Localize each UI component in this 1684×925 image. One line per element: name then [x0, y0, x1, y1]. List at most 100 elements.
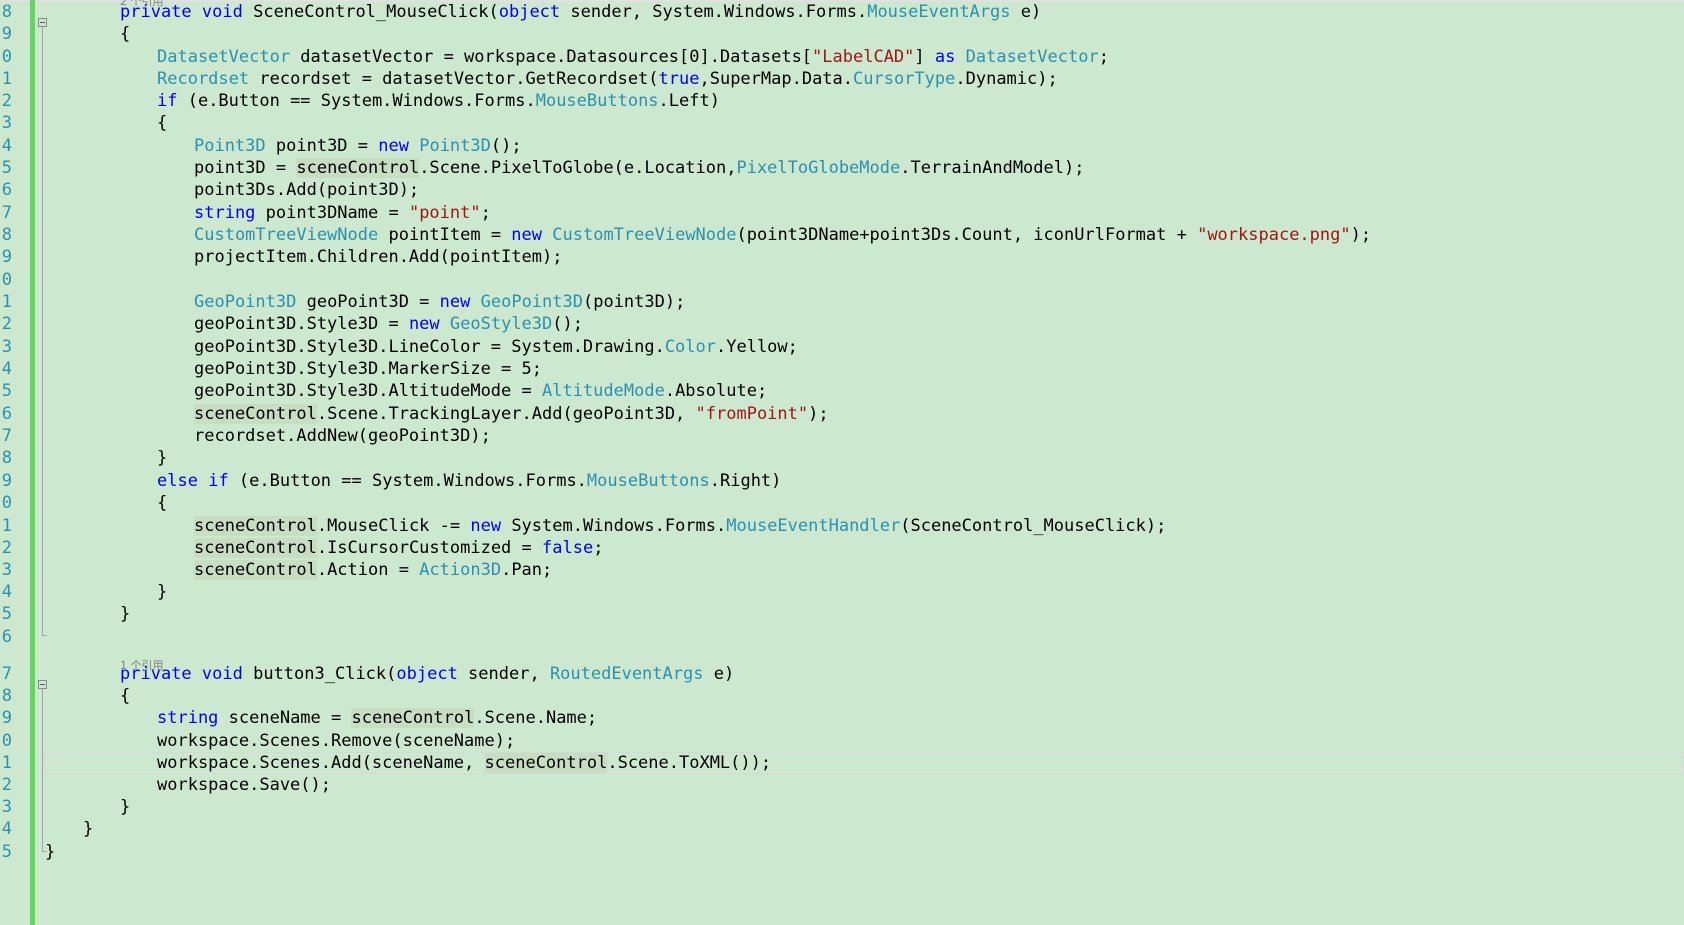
collapse-icon[interactable]: [38, 18, 47, 27]
code-line[interactable]: Recordset recordset = datasetVector.GetR…: [157, 68, 1058, 90]
line-number: 8: [1, 448, 12, 468]
code-line[interactable]: {: [157, 492, 167, 514]
code-token: (e.Button == System.Windows.Forms.: [228, 471, 587, 491]
code-token: (SceneControl_MouseClick);: [900, 516, 1167, 536]
code-lens-references[interactable]: 2 个引用: [120, 0, 164, 9]
code-token: workspace.Scenes.Add(sceneName,: [157, 753, 485, 773]
code-line[interactable]: workspace.Scenes.Add(sceneName, sceneCon…: [157, 752, 771, 774]
code-line[interactable]: recordset.AddNew(geoPoint3D);: [194, 425, 491, 447]
line-number: 5: [1, 158, 12, 178]
code-token: .Left): [658, 91, 720, 111]
code-token: point3DName =: [255, 203, 409, 223]
code-line[interactable]: point3D = sceneControl.Scene.PixelToGlob…: [194, 157, 1084, 179]
code-line[interactable]: sceneControl.Scene.TrackingLayer.Add(geo…: [194, 403, 829, 425]
code-line[interactable]: }: [157, 581, 167, 603]
code-line[interactable]: if (e.Button == System.Windows.Forms.Mou…: [157, 90, 720, 112]
code-token: else: [157, 471, 198, 491]
code-line[interactable]: }: [120, 603, 130, 625]
code-token: .IsCursorCustomized =: [316, 538, 542, 558]
line-number: 7: [1, 426, 12, 446]
line-number: 7: [1, 664, 12, 684]
line-number: 8: [1, 2, 12, 22]
code-line[interactable]: sceneControl.Action = Action3D.Pan;: [194, 559, 552, 581]
code-line[interactable]: point3Ds.Add(point3D);: [194, 179, 419, 201]
code-token: ;: [480, 203, 491, 223]
code-line[interactable]: private void SceneControl_MouseClick(obj…: [120, 1, 1041, 23]
code-line[interactable]: geoPoint3D.Style3D.MarkerSize = 5;: [194, 358, 542, 380]
code-token: geoPoint3D =: [296, 292, 440, 312]
code-token: sceneName =: [218, 708, 352, 728]
code-token: System.Windows.Forms.: [501, 516, 727, 536]
code-token: .Right): [709, 471, 782, 491]
code-line[interactable]: Point3D point3D = new Point3D();: [194, 135, 522, 157]
code-token: .Absolute;: [664, 381, 768, 401]
collapse-icon[interactable]: [38, 680, 47, 689]
code-line[interactable]: CustomTreeViewNode pointItem = new Custo…: [194, 224, 1371, 246]
code-token: object: [396, 664, 458, 684]
line-number: 5: [1, 604, 12, 624]
code-line[interactable]: }: [83, 818, 93, 840]
code-line[interactable]: geoPoint3D.Style3D.AltitudeMode = Altitu…: [194, 380, 767, 402]
code-line[interactable]: string point3DName = "point";: [194, 202, 491, 224]
code-line[interactable]: sceneControl.MouseClick -= new System.Wi…: [194, 515, 1166, 537]
code-line[interactable]: string sceneName = sceneControl.Scene.Na…: [157, 707, 597, 729]
line-number: 2: [1, 314, 12, 334]
code-token: geoPoint3D.Style3D.LineColor = System.Dr…: [194, 337, 665, 357]
code-line[interactable]: }: [45, 841, 55, 863]
code-token: new: [408, 314, 440, 334]
code-token: MouseButtons: [535, 91, 659, 111]
code-token: MouseEventHandler: [726, 516, 901, 536]
code-token: ;: [593, 538, 604, 558]
line-number: 4: [1, 819, 12, 839]
code-line[interactable]: geoPoint3D.Style3D = new GeoStyle3D();: [194, 313, 583, 335]
code-line[interactable]: }: [157, 447, 167, 469]
outline-guide-end: [42, 851, 47, 852]
code-token: RoutedEventArgs: [549, 664, 704, 684]
code-line[interactable]: geoPoint3D.Style3D.LineColor = System.Dr…: [194, 336, 798, 358]
code-editor[interactable]: 89012345678901234567890123456789012345 p…: [0, 0, 1684, 925]
code-token: Point3D: [194, 136, 266, 156]
code-line[interactable]: else if (e.Button == System.Windows.Form…: [157, 470, 781, 492]
code-line[interactable]: {: [120, 23, 130, 45]
code-token: projectItem.Children.Add(pointItem);: [194, 247, 563, 267]
code-line[interactable]: workspace.Save();: [157, 774, 331, 796]
code-token: as: [934, 47, 956, 67]
code-token: CursorType: [853, 69, 956, 89]
code-token: (point3DName+point3Ds.Count, iconUrlForm…: [736, 225, 1198, 245]
line-number: 6: [1, 627, 12, 647]
code-line[interactable]: workspace.Scenes.Remove(sceneName);: [157, 730, 515, 752]
code-token: AltitudeMode: [542, 381, 665, 401]
code-line[interactable]: GeoPoint3D geoPoint3D = new GeoPoint3D(p…: [194, 291, 685, 313]
code-token: (point3D);: [582, 292, 686, 312]
code-token: );: [808, 404, 829, 424]
code-token: DatasetVector: [965, 47, 1099, 67]
code-token: geoPoint3D.Style3D.AltitudeMode =: [194, 381, 542, 401]
code-line[interactable]: }: [120, 796, 130, 818]
code-line[interactable]: projectItem.Children.Add(pointItem);: [194, 246, 562, 268]
code-token: point3D =: [265, 136, 379, 156]
code-token: string: [194, 203, 256, 223]
code-token: sender,: [457, 664, 550, 684]
code-token: );: [1350, 225, 1372, 245]
code-token: SceneControl_MouseClick(: [242, 2, 499, 22]
code-token: ();: [552, 314, 583, 334]
line-number: 8: [1, 225, 12, 245]
line-number: 9: [1, 471, 12, 491]
code-line[interactable]: DatasetVector datasetVector = workspace.…: [157, 46, 1109, 68]
code-line[interactable]: sceneControl.IsCursorCustomized = false;: [194, 537, 603, 559]
code-token: workspace.Save();: [157, 775, 331, 795]
code-line[interactable]: {: [157, 112, 167, 134]
code-lens-references[interactable]: 1 个引用: [120, 659, 164, 673]
code-token: point3Ds.Add(point3D);: [194, 180, 420, 200]
code-token: if: [208, 471, 229, 491]
code-token: sender, System.Windows.Forms.: [560, 2, 868, 22]
code-token: }: [45, 842, 56, 862]
code-token: .Action =: [316, 560, 420, 580]
code-line[interactable]: private void button3_Click(object sender…: [120, 663, 734, 685]
code-token: }: [157, 582, 168, 602]
code-line[interactable]: {: [120, 685, 130, 707]
code-token: "fromPoint": [695, 404, 809, 424]
